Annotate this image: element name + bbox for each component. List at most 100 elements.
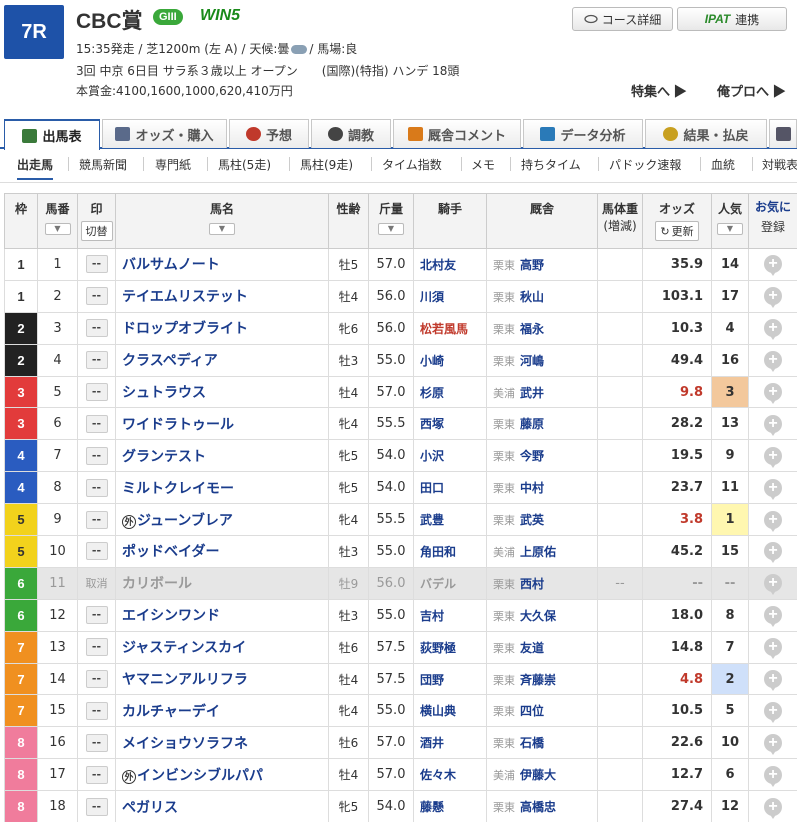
favorite-add-icon[interactable]: + (764, 287, 782, 309)
jockey-cell[interactable]: 西塚 (413, 407, 487, 441)
jockey-cell[interactable]: 杉原 (413, 375, 487, 409)
trainer-name[interactable]: 石橋 (520, 736, 544, 750)
favorite-add-icon[interactable]: + (764, 351, 782, 373)
favorite-add-icon[interactable]: + (764, 606, 782, 628)
favorite-cell[interactable]: + (748, 248, 797, 281)
mark-select[interactable]: -- (85, 606, 108, 625)
favorite-cell[interactable]: + (748, 503, 797, 537)
horse-name[interactable]: ドロップオブライト (122, 320, 248, 336)
favorite-cell[interactable]: + (748, 471, 797, 505)
favorite-add-icon[interactable]: + (764, 383, 782, 404)
trainer-name[interactable]: 中村 (520, 481, 544, 495)
trainer-name[interactable]: 高橋忠 (520, 800, 556, 814)
mark-cell[interactable]: -- (77, 694, 116, 728)
favorite-add-icon[interactable]: + (764, 255, 782, 277)
favorite-cell[interactable]: + (748, 662, 797, 696)
horse-name[interactable]: メイショウソラフネ (122, 735, 248, 751)
trainer-name[interactable]: 斉藤崇 (520, 673, 556, 687)
tab-comment[interactable]: 厩舎コメント (393, 119, 521, 148)
trainer-name[interactable]: 高野 (520, 258, 544, 272)
mark-select[interactable]: -- (85, 733, 108, 752)
sort-dropdown-icon[interactable]: ▼ (378, 223, 404, 235)
favorite-add-icon[interactable]: + (764, 478, 782, 500)
mark-select[interactable]: -- (85, 542, 108, 561)
horse-name-cell[interactable]: ペガリス (115, 790, 329, 822)
trainer-name[interactable]: 友道 (520, 641, 544, 655)
header-popular[interactable]: 人気 ▼ (711, 193, 749, 249)
trainer-name[interactable]: 河嶋 (520, 354, 544, 368)
sort-dropdown-icon[interactable]: ▼ (717, 223, 743, 235)
sort-dropdown-icon[interactable]: ▼ (209, 223, 235, 235)
mark-select[interactable]: -- (85, 765, 108, 784)
favorite-add-icon[interactable]: + (764, 670, 782, 692)
trainer-name[interactable]: 伊藤大 (520, 768, 556, 782)
trainer-name[interactable]: 西村 (520, 577, 544, 591)
mark-select[interactable]: -- (85, 670, 108, 689)
horse-name-cell[interactable]: ジャスティンスカイ (115, 630, 329, 664)
horse-name-cell[interactable]: ポッドベイダー (115, 535, 329, 568)
trainer-name[interactable]: 上原佑 (520, 545, 556, 559)
favorite-cell[interactable]: + (748, 311, 797, 345)
header-umaban[interactable]: 馬番 ▼ (37, 193, 78, 249)
mark-select[interactable]: -- (85, 383, 108, 401)
horse-name-cell[interactable]: カルチャーデイ (115, 694, 329, 728)
subtab-past9[interactable]: 馬柱(9走) (300, 156, 353, 173)
horse-name-cell[interactable]: ドロップオブライト (115, 311, 329, 345)
subtab-paddock[interactable]: パドック速報 (609, 156, 681, 173)
subtab-time[interactable]: 持ちタイム (521, 156, 581, 173)
ipat-link-button[interactable]: IPAT 連携 (677, 7, 787, 31)
mark-select[interactable]: -- (85, 510, 108, 529)
subtab-entries[interactable]: 出走馬 (17, 156, 54, 180)
jockey-cell[interactable]: 川須 (413, 279, 487, 313)
horse-name[interactable]: ジャスティンスカイ (122, 639, 246, 655)
horse-name-cell[interactable]: カリボール (115, 566, 329, 600)
horse-name-cell[interactable]: グランテスト (115, 439, 329, 473)
horse-name[interactable]: カリボール (122, 575, 192, 591)
header-name[interactable]: 馬名 ▼ (115, 193, 329, 249)
trainer-name[interactable]: 四位 (520, 704, 544, 718)
horse-name-cell[interactable]: ワイドラトゥール (115, 407, 329, 441)
tab-video[interactable] (769, 119, 797, 148)
horse-name-cell[interactable]: 外ジューンブレア (115, 503, 329, 537)
horse-name[interactable]: グランテスト (122, 448, 206, 464)
favorite-cell[interactable]: + (748, 758, 797, 792)
jockey-cell[interactable]: 松若風馬 (413, 311, 487, 345)
odds-update-button[interactable]: ↻ 更新 (655, 221, 699, 241)
orepro-link[interactable]: 俺プロへ ▶ (717, 81, 786, 100)
favorite-cell[interactable]: + (748, 535, 797, 568)
favorite-cell[interactable]: + (748, 439, 797, 473)
horse-name[interactable]: カルチャーデイ (122, 703, 220, 719)
horse-name-cell[interactable]: バルサムノート (115, 248, 329, 281)
jockey-cell[interactable]: 荻野極 (413, 630, 487, 664)
subtab-newspaper[interactable]: 競馬新聞 (79, 156, 127, 173)
tab-chokyo[interactable]: 調教 (311, 119, 391, 148)
subtab-pedigree[interactable]: 血統 (711, 156, 735, 173)
feature-link[interactable]: 特集へ ▶ (631, 81, 687, 100)
mark-cell[interactable]: -- (77, 343, 116, 377)
mark-cell[interactable]: -- (77, 630, 116, 664)
favorite-cell[interactable]: + (748, 279, 797, 313)
jockey-cell[interactable]: 佐々木 (413, 758, 487, 792)
mark-cell[interactable]: -- (77, 471, 116, 505)
jockey-cell[interactable]: 横山典 (413, 694, 487, 728)
mark-toggle-button[interactable]: 切替 (80, 221, 113, 241)
subtab-time-index[interactable]: タイム指数 (382, 156, 442, 173)
favorite-cell[interactable]: + (748, 630, 797, 664)
mark-cell[interactable]: -- (77, 535, 116, 568)
favorite-cell[interactable]: + (748, 566, 797, 600)
mark-select[interactable]: -- (85, 446, 108, 465)
mark-select[interactable]: -- (85, 319, 108, 338)
jockey-cell[interactable]: 小沢 (413, 439, 487, 473)
trainer-name[interactable]: 武英 (520, 513, 544, 527)
mark-select[interactable]: -- (85, 478, 108, 497)
horse-name[interactable]: バルサムノート (122, 256, 220, 272)
horse-name[interactable]: インビンシブルパパ (137, 767, 263, 783)
subtab-senmonshi[interactable]: 専門紙 (155, 156, 191, 173)
horse-name-cell[interactable]: ミルトクレイモー (115, 471, 329, 505)
favorite-add-icon[interactable]: + (764, 701, 782, 723)
horse-name-cell[interactable]: エイシンワンド (115, 598, 329, 632)
mark-select[interactable]: -- (85, 414, 108, 433)
trainer-name[interactable]: 今野 (520, 449, 544, 463)
favorite-add-icon[interactable]: + (764, 638, 782, 660)
favorite-add-icon[interactable]: + (764, 765, 782, 787)
